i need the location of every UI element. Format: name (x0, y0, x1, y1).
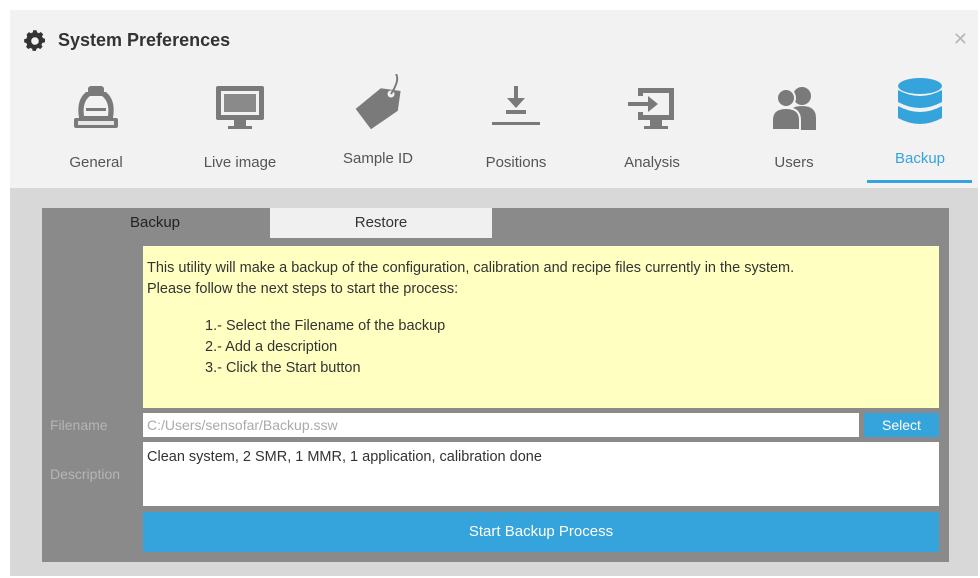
step-item: 1.- Select the Filename of the backup (205, 318, 446, 334)
tab-analysis[interactable]: Analysis (602, 74, 702, 184)
filename-label: Filename (50, 417, 108, 433)
microscope-icon (74, 86, 118, 128)
tab-backup[interactable]: Backup (870, 74, 970, 184)
tab-general[interactable]: General (44, 74, 148, 184)
instructions-box: This utility will make a backup of the c… (143, 246, 939, 408)
database-icon (898, 78, 942, 124)
select-button[interactable]: Select (864, 413, 939, 437)
preferences-tabs: General Live image Sample ID Positions A… (10, 74, 978, 188)
instructions-line: This utility will make a backup of the c… (147, 260, 795, 276)
tab-label: Analysis (624, 154, 680, 171)
tab-label: Users (774, 154, 814, 171)
tab-label: Live image (203, 154, 277, 171)
tab-label: Backup (894, 150, 946, 167)
active-tab-indicator (867, 180, 972, 183)
users-icon (771, 87, 816, 131)
tab-label: General (69, 154, 123, 171)
description-label: Description (50, 466, 121, 482)
positions-icon (492, 86, 540, 125)
description-field[interactable]: Clean system, 2 SMR, 1 MMR, 1 applicatio… (143, 442, 939, 506)
filename-field[interactable]: C:/Users/sensofar/Backup.ssw (143, 413, 859, 437)
step-item: 2.- Add a description (205, 339, 338, 355)
tab-users[interactable]: Users (744, 74, 844, 184)
step-item: 3.- Click the Start button (205, 360, 361, 376)
backup-container: Backup Restore This utility will make a … (42, 208, 949, 562)
backup-panel: Backup Restore This utility will make a … (10, 188, 978, 576)
analysis-icon (628, 88, 674, 129)
tag-icon (355, 74, 401, 130)
gear-icon (24, 30, 45, 51)
steps-list: 1.- Select the Filename of the backup 2.… (147, 316, 935, 379)
window-title: System Preferences (58, 30, 231, 50)
start-backup-button[interactable]: Start Backup Process (143, 512, 939, 552)
instructions-line: Please follow the next steps to start th… (147, 281, 459, 297)
monitor-icon (216, 86, 264, 129)
subtab-restore[interactable]: Restore (270, 208, 492, 238)
close-icon[interactable]: ✕ (953, 30, 968, 48)
tab-positions[interactable]: Positions (466, 74, 566, 184)
tab-label: Sample ID (342, 150, 414, 167)
subtab-backup[interactable]: Backup (42, 208, 268, 238)
tab-label: Positions (485, 154, 547, 171)
tab-sample-id[interactable]: Sample ID (328, 74, 428, 184)
system-preferences-window: System Preferences ✕ General Live image … (10, 10, 978, 576)
titlebar: System Preferences ✕ (10, 10, 978, 70)
tab-live-image[interactable]: Live image (180, 74, 300, 184)
